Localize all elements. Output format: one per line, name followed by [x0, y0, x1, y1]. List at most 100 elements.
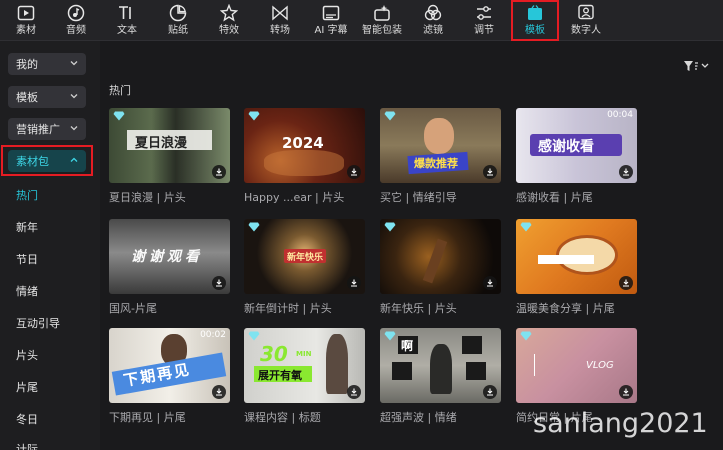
title-banner	[538, 255, 594, 264]
section-title: 热门	[109, 84, 131, 97]
tool-label: 贴纸	[168, 25, 188, 36]
template-icon	[526, 4, 544, 22]
tool-filter[interactable]: 滤镜	[414, 0, 452, 41]
tool-label: 转场	[270, 25, 290, 36]
diamond-icon	[248, 111, 260, 121]
template-card[interactable]: 夏日浪漫 夏日浪漫 | 片头	[109, 108, 230, 205]
template-thumbnail: 谢谢观看	[109, 219, 230, 294]
tool-media[interactable]: 素材	[7, 0, 45, 41]
dropdown-material-pack[interactable]: 素材包	[8, 150, 86, 172]
download-icon[interactable]	[619, 276, 633, 290]
sort-filter-icon[interactable]	[683, 59, 709, 73]
download-icon[interactable]	[483, 165, 497, 179]
ai-caption-icon	[322, 4, 340, 22]
category-festival[interactable]: 节日	[16, 251, 38, 267]
text-icon	[118, 4, 136, 22]
template-thumbnail: 夏日浪漫	[109, 108, 230, 183]
filter-icon	[424, 4, 442, 22]
template-card[interactable]: 谢谢观看 国风-片尾	[109, 219, 230, 316]
tool-effects[interactable]: 特效	[210, 0, 248, 41]
download-icon[interactable]	[619, 385, 633, 399]
effects-icon	[220, 4, 238, 22]
category-hot[interactable]: 热门	[16, 187, 38, 203]
thumbnail-unit: MIN	[296, 350, 312, 358]
template-card[interactable]: 爆款推荐 买它 | 情绪引导	[380, 108, 501, 205]
download-icon[interactable]	[212, 165, 226, 179]
speech-bubble	[462, 336, 482, 354]
person-figure	[430, 344, 452, 394]
template-card[interactable]: 2024 Happy ...ear | 片头	[244, 108, 365, 205]
tool-label: 特效	[219, 25, 239, 36]
tool-template[interactable]: 模板	[511, 0, 559, 41]
thumbnail-title: 2024	[282, 134, 324, 152]
template-thumbnail	[380, 219, 501, 294]
template-caption: 新年倒计时 | 片头	[244, 302, 332, 315]
speech-bubble	[392, 362, 412, 380]
transition-icon	[271, 4, 289, 22]
download-icon[interactable]	[347, 276, 361, 290]
category-interaction[interactable]: 互动引导	[16, 315, 60, 331]
template-caption: 新年快乐 | 片头	[380, 302, 457, 315]
tool-adjust[interactable]: 调节	[465, 0, 503, 41]
smart-pack-icon	[373, 4, 391, 22]
template-card[interactable]: 新年快乐 新年倒计时 | 片头	[244, 219, 365, 316]
template-panel: 热门 夏日浪漫 夏日浪漫 | 片头 2024 Happy ...ear | 片头…	[100, 41, 723, 450]
template-card[interactable]: 新年快乐 | 片头	[380, 219, 501, 316]
template-thumbnail: 00:02 下期再见	[109, 328, 230, 403]
template-card[interactable]: 00:04 感谢收看 感谢收看 | 片尾	[516, 108, 637, 205]
chevron-down-icon	[70, 94, 78, 99]
category-outro[interactable]: 片尾	[16, 379, 38, 395]
category-intro[interactable]: 片头	[16, 347, 38, 363]
download-icon[interactable]	[212, 276, 226, 290]
chevron-up-icon	[70, 157, 78, 162]
download-icon[interactable]	[212, 385, 226, 399]
download-icon[interactable]	[347, 385, 361, 399]
diamond-icon	[384, 331, 396, 341]
duration-label: 00:04	[607, 110, 633, 120]
dropdown-mine[interactable]: 我的	[8, 53, 86, 75]
dropdown-label: 模板	[16, 91, 38, 104]
download-icon[interactable]	[483, 385, 497, 399]
download-icon[interactable]	[619, 165, 633, 179]
template-card[interactable]: 00:02 下期再见 下期再见 | 片尾	[109, 328, 230, 425]
tool-ai-caption[interactable]: AI 字幕	[309, 0, 353, 41]
template-thumbnail: 啊	[380, 328, 501, 403]
tool-label: 智能包装	[362, 25, 402, 36]
template-thumbnail: 2024	[244, 108, 365, 183]
tool-audio[interactable]: 音频	[57, 0, 95, 41]
tool-transition[interactable]: 转场	[261, 0, 299, 41]
thumbnail-title: 爆款推荐	[414, 157, 458, 170]
speech-bubble	[466, 362, 486, 380]
template-card[interactable]: 温暖美食分享 | 片尾	[516, 219, 637, 316]
food-shape	[264, 150, 344, 176]
thumbnail-title: 啊	[401, 339, 414, 353]
category-more[interactable]: 计际	[16, 441, 38, 450]
download-icon[interactable]	[483, 276, 497, 290]
thumbnail-title: 感谢收看	[538, 139, 594, 155]
template-caption: 超强声波 | 情绪	[380, 411, 457, 424]
template-thumbnail: 爆款推荐	[380, 108, 501, 183]
diamond-icon	[113, 111, 125, 121]
diamond-icon	[248, 331, 260, 341]
dropdown-label: 我的	[16, 58, 38, 71]
dropdown-label: 营销推广	[16, 123, 60, 136]
category-winter[interactable]: 冬日	[16, 411, 38, 427]
template-thumbnail: VLOG	[516, 328, 637, 403]
thumbnail-title: 新年快乐	[287, 253, 324, 263]
template-card[interactable]: 啊 超强声波 | 情绪	[380, 328, 501, 425]
category-emotion[interactable]: 情绪	[16, 283, 38, 299]
template-caption: 课程内容 | 标题	[244, 411, 321, 424]
template-caption: 下期再见 | 片尾	[109, 411, 186, 424]
category-new-year[interactable]: 新年	[16, 219, 38, 235]
tool-sticker[interactable]: 贴纸	[159, 0, 197, 41]
tool-label: 素材	[16, 25, 36, 36]
template-card[interactable]: 30 MIN 展开有氧 课程内容 | 标题	[244, 328, 365, 425]
dropdown-marketing[interactable]: 营销推广	[8, 118, 86, 140]
dropdown-template[interactable]: 模板	[8, 86, 86, 108]
thumbnail-title: 夏日浪漫	[135, 136, 188, 151]
tool-text[interactable]: 文本	[108, 0, 146, 41]
download-icon[interactable]	[347, 165, 361, 179]
tool-digital-human[interactable]: 数字人	[565, 0, 607, 41]
tool-smart-pack[interactable]: 智能包装	[360, 0, 404, 41]
adjust-icon	[475, 4, 493, 22]
